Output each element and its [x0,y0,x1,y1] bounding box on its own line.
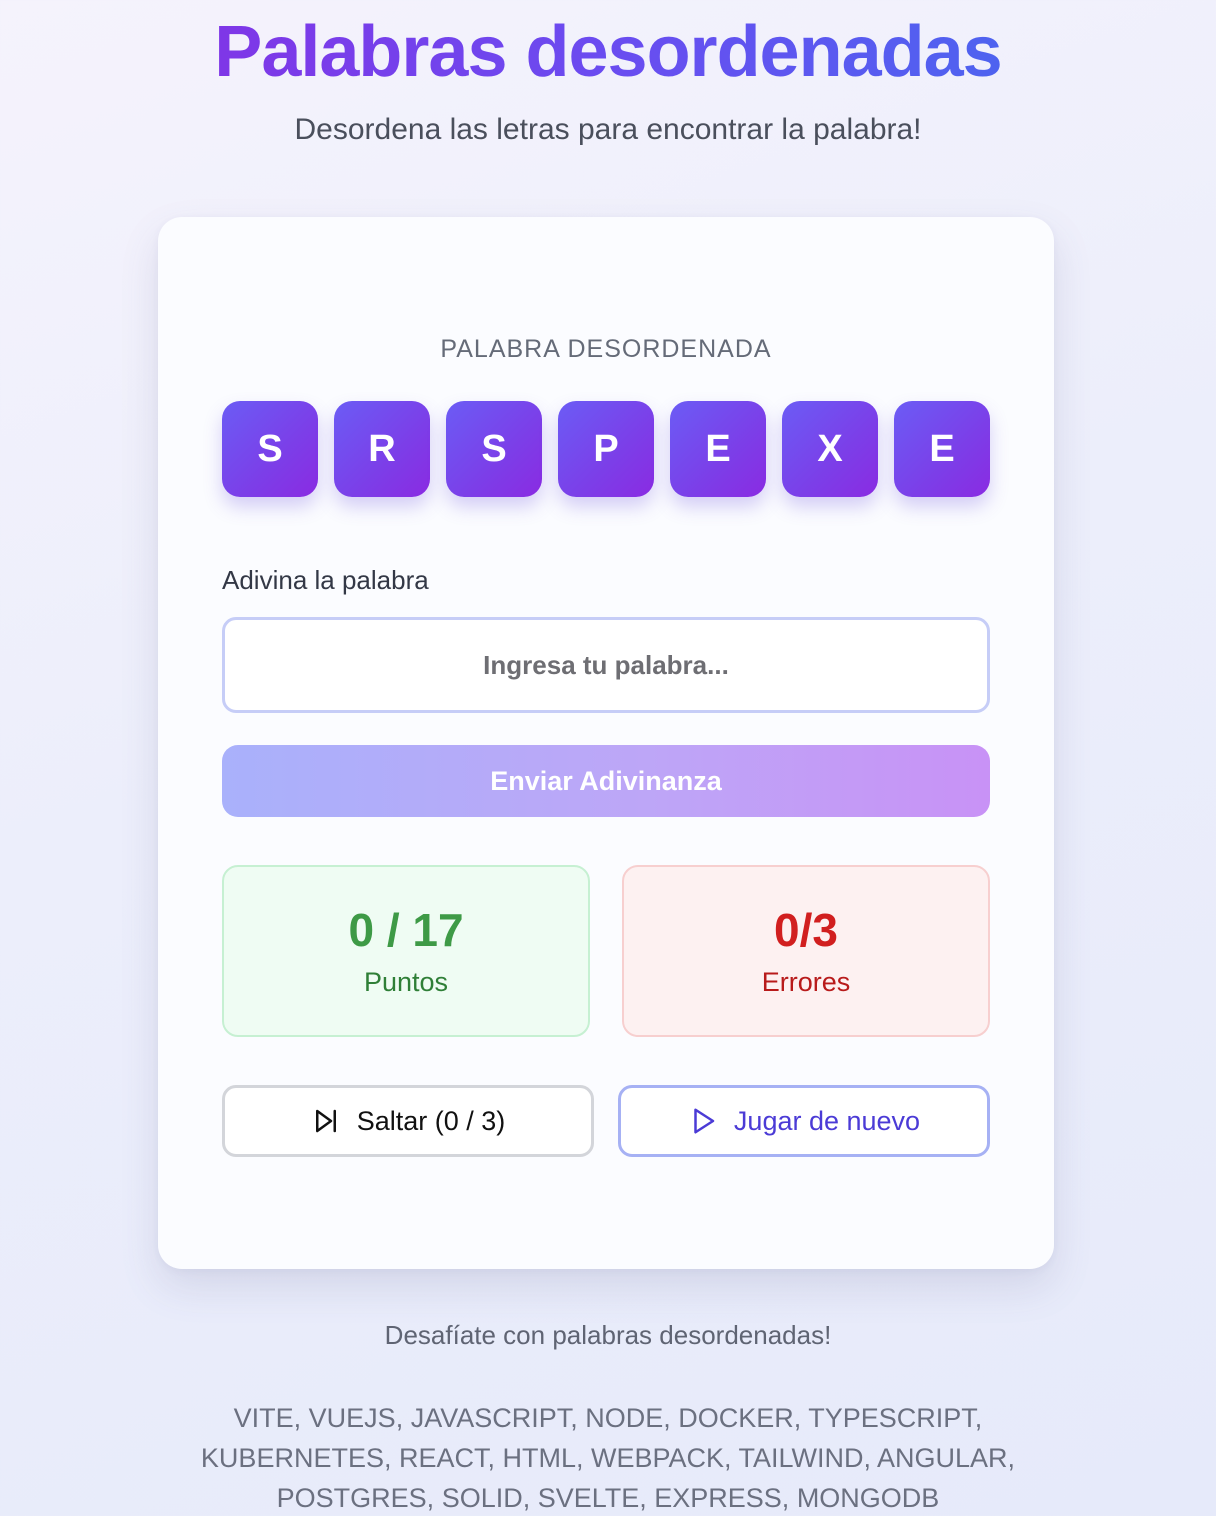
errors-value: 0/3 [774,904,838,956]
skip-button[interactable]: Saltar (0 / 3) [222,1085,594,1157]
scrambled-word-label: PALABRA DESORDENADA [440,335,772,363]
guess-input[interactable] [222,617,990,713]
letter-tile: S [446,401,542,497]
letter-tile: S [222,401,318,497]
letter-tile: E [894,401,990,497]
skip-button-label: Saltar (0 / 3) [356,1105,506,1136]
letter-tiles: S R S P E X E [222,401,990,497]
errors-label: Errores [761,967,851,997]
word-list: VITE, VUEJS, JAVASCRIPT, NODE, DOCKER, T… [200,1403,1016,1513]
guess-label: Adivina la palabra [222,565,429,595]
points-label: Puntos [363,967,449,997]
page-title: Palabras desordenadas [0,10,1216,94]
footer-tagline: Desafíate con palabras desordenadas! [384,1320,832,1350]
play-again-label: Jugar de nuevo [733,1105,921,1136]
submit-guess-button[interactable]: Enviar Adivinanza [222,745,990,817]
game-card: PALABRA DESORDENADA S R S P E X E Adivin… [158,217,1054,1269]
points-value: 0 / 17 [348,904,464,956]
points-card: 0 / 17 Puntos [222,865,590,1037]
letter-tile: X [782,401,878,497]
letter-tile: R [334,401,430,497]
play-icon [688,1106,718,1136]
letter-tile: E [670,401,766,497]
page-subtitle: Desordena las letras para encontrar la p… [294,113,922,146]
letter-tile: P [558,401,654,497]
skip-forward-icon [311,1106,341,1136]
play-again-button[interactable]: Jugar de nuevo [618,1085,990,1157]
errors-card: 0/3 Errores [622,865,990,1037]
